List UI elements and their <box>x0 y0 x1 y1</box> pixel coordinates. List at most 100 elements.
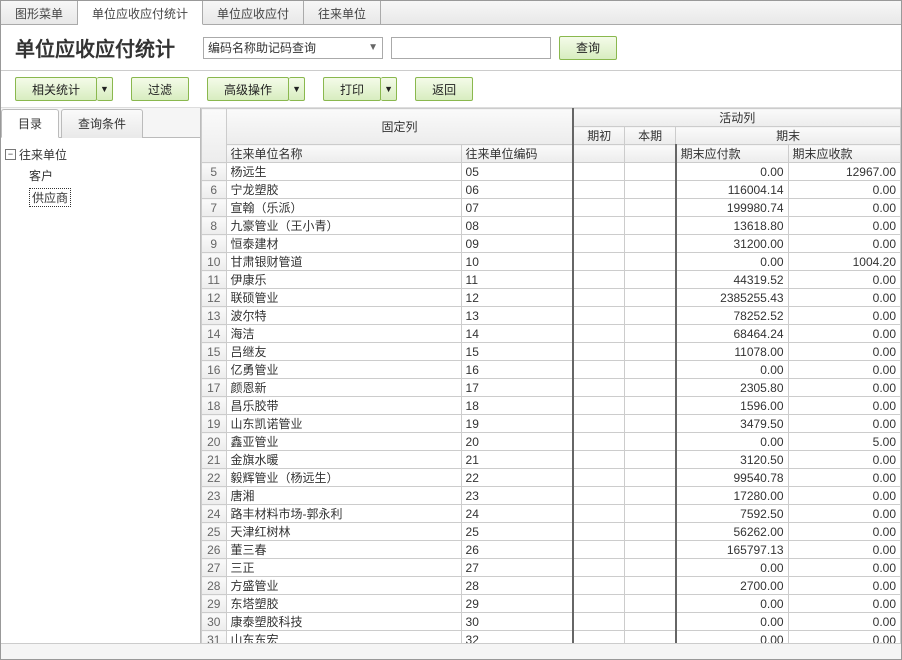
period-current-header[interactable]: 本期 <box>625 127 676 145</box>
table-row[interactable]: 12联硕管业122385255.430.00 <box>202 289 901 307</box>
table-row[interactable]: 26董三春26165797.130.00 <box>202 541 901 559</box>
col-begin-header[interactable] <box>573 145 624 163</box>
cell-begin <box>573 325 624 343</box>
top-tab-0[interactable]: 图形菜单 <box>1 1 78 24</box>
table-row[interactable]: 14海洁1468464.240.00 <box>202 325 901 343</box>
print-dropdown[interactable]: ▼ <box>381 77 397 101</box>
cell-current <box>625 469 676 487</box>
cell-code: 15 <box>461 343 573 361</box>
table-row[interactable]: 21金旗水暖213120.500.00 <box>202 451 901 469</box>
top-tab-2[interactable]: 单位应收应付 <box>203 1 304 24</box>
table-row[interactable]: 17颜恩新172305.800.00 <box>202 379 901 397</box>
cell-begin <box>573 235 624 253</box>
table-row[interactable]: 5杨远生050.0012967.00 <box>202 163 901 181</box>
cell-name: 甘肃银财管道 <box>226 253 461 271</box>
print-button[interactable]: 打印 <box>323 77 381 101</box>
table-row[interactable]: 16亿勇管业160.000.00 <box>202 361 901 379</box>
table-row[interactable]: 10甘肃银财管道100.001004.20 <box>202 253 901 271</box>
dynamic-cols-header[interactable]: 活动列 <box>573 109 900 127</box>
col-current-header[interactable] <box>625 145 676 163</box>
search-type-select[interactable]: 编码名称助记码查询 ▼ <box>203 37 383 59</box>
col-code-header[interactable]: 往来单位编码 <box>461 145 573 163</box>
advanced-button[interactable]: 高级操作 <box>207 77 289 101</box>
table-row[interactable]: 27三正270.000.00 <box>202 559 901 577</box>
table-row[interactable]: 31山东东宏320.000.00 <box>202 631 901 644</box>
tree-item-supplier[interactable]: 供应商 <box>29 186 196 209</box>
cell-recv: 0.00 <box>788 289 900 307</box>
chevron-down-icon: ▼ <box>368 42 378 53</box>
cell-code: 22 <box>461 469 573 487</box>
cell-recv: 5.00 <box>788 433 900 451</box>
cell-name: 三正 <box>226 559 461 577</box>
cell-begin <box>573 541 624 559</box>
period-begin-header[interactable]: 期初 <box>573 127 624 145</box>
tree-item-customer[interactable]: 客户 <box>29 165 196 186</box>
top-tab-3[interactable]: 往来单位 <box>304 1 381 24</box>
table-row[interactable]: 11伊康乐1144319.520.00 <box>202 271 901 289</box>
cell-recv: 0.00 <box>788 577 900 595</box>
cell-pay: 31200.00 <box>676 235 788 253</box>
left-tab-0[interactable]: 目录 <box>1 109 59 138</box>
row-number: 25 <box>202 523 227 541</box>
cell-pay: 0.00 <box>676 253 788 271</box>
table-row[interactable]: 7宣翰（乐派）07199980.740.00 <box>202 199 901 217</box>
query-button[interactable]: 查询 <box>559 36 617 60</box>
cell-code: 07 <box>461 199 573 217</box>
table-row[interactable]: 22毅辉管业（杨远生）2299540.780.00 <box>202 469 901 487</box>
cell-code: 29 <box>461 595 573 613</box>
cell-name: 毅辉管业（杨远生） <box>226 469 461 487</box>
cell-recv: 0.00 <box>788 451 900 469</box>
col-name-header[interactable]: 往来单位名称 <box>226 145 461 163</box>
cell-current <box>625 307 676 325</box>
table-row[interactable]: 9恒泰建材0931200.000.00 <box>202 235 901 253</box>
table-row[interactable]: 23唐湘2317280.000.00 <box>202 487 901 505</box>
related-stats-button[interactable]: 相关统计 <box>15 77 97 101</box>
cell-begin <box>573 451 624 469</box>
col-recv-header[interactable]: 期末应收款 <box>788 145 900 163</box>
cell-current <box>625 559 676 577</box>
tree-root[interactable]: − 往来单位 <box>5 144 196 165</box>
period-end-header[interactable]: 期末 <box>676 127 901 145</box>
table-row[interactable]: 15吕继友1511078.000.00 <box>202 343 901 361</box>
cell-begin <box>573 415 624 433</box>
cell-code: 17 <box>461 379 573 397</box>
col-pay-header[interactable]: 期末应付款 <box>676 145 788 163</box>
tree-collapse-icon[interactable]: − <box>5 149 16 160</box>
table-row[interactable]: 8九豪管业（王小青）0813618.800.00 <box>202 217 901 235</box>
row-number: 13 <box>202 307 227 325</box>
cell-name: 杨远生 <box>226 163 461 181</box>
cell-begin <box>573 613 624 631</box>
cell-begin <box>573 433 624 451</box>
cell-recv: 0.00 <box>788 235 900 253</box>
row-number: 9 <box>202 235 227 253</box>
cell-recv: 0.00 <box>788 469 900 487</box>
related-stats-dropdown[interactable]: ▼ <box>97 77 113 101</box>
cell-recv: 0.00 <box>788 523 900 541</box>
table-row[interactable]: 28方盛管业282700.000.00 <box>202 577 901 595</box>
table-row[interactable]: 19山东凯诺管业193479.500.00 <box>202 415 901 433</box>
cell-name: 海洁 <box>226 325 461 343</box>
page-title: 单位应收应付统计 <box>15 33 175 62</box>
table-row[interactable]: 20鑫亚管业200.005.00 <box>202 433 901 451</box>
table-row[interactable]: 25天津红树林2556262.000.00 <box>202 523 901 541</box>
row-number: 17 <box>202 379 227 397</box>
cell-current <box>625 613 676 631</box>
fixed-cols-header[interactable]: 固定列 <box>226 109 573 145</box>
table-row[interactable]: 13波尔特1378252.520.00 <box>202 307 901 325</box>
table-row[interactable]: 24路丰材料市场-郭永利247592.500.00 <box>202 505 901 523</box>
cell-begin <box>573 379 624 397</box>
advanced-dropdown[interactable]: ▼ <box>289 77 305 101</box>
left-tab-1[interactable]: 查询条件 <box>61 109 143 138</box>
table-row[interactable]: 18昌乐胶带181596.000.00 <box>202 397 901 415</box>
filter-button[interactable]: 过滤 <box>131 77 189 101</box>
grid-scroll[interactable]: 固定列 活动列 期初 本期 期末 往来单位名称 往来单位编码 <box>201 108 901 643</box>
top-tab-1[interactable]: 单位应收应付统计 <box>78 1 203 25</box>
cell-recv: 0.00 <box>788 487 900 505</box>
back-button[interactable]: 返回 <box>415 77 473 101</box>
cell-code: 20 <box>461 433 573 451</box>
table-row[interactable]: 29东塔塑胶290.000.00 <box>202 595 901 613</box>
table-row[interactable]: 30康泰塑胶科技300.000.00 <box>202 613 901 631</box>
search-input[interactable] <box>391 37 551 59</box>
row-number: 6 <box>202 181 227 199</box>
table-row[interactable]: 6宁龙塑胶06116004.140.00 <box>202 181 901 199</box>
